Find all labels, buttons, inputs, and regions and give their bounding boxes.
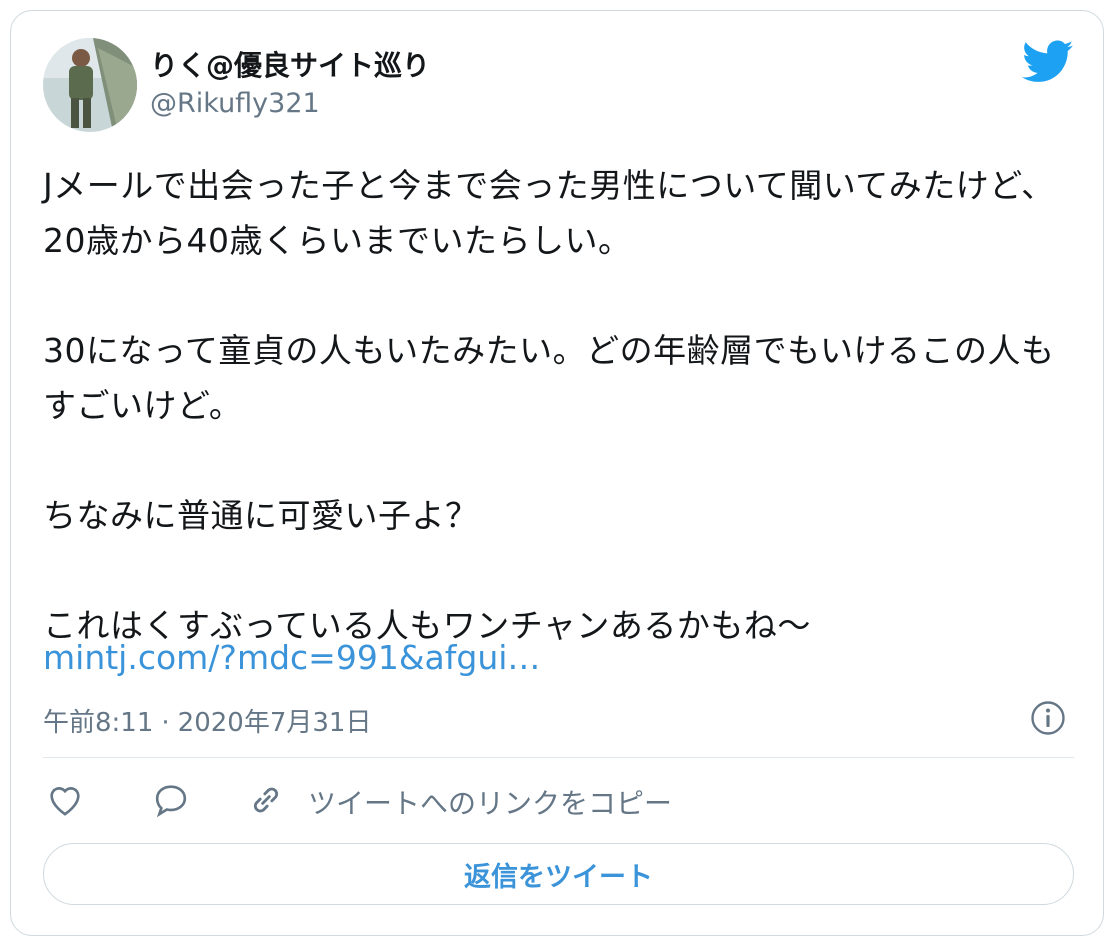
speech-bubble-icon[interactable] — [151, 780, 191, 820]
tweet-text: Jメールで出会った子と今まで会った男性について聞いてみたけど、20歳から40歳く… — [43, 166, 1055, 645]
avatar[interactable] — [43, 38, 137, 132]
info-icon[interactable] — [1030, 700, 1066, 736]
heart-icon[interactable] — [45, 780, 85, 820]
tweet-time: 午前8:11 — [43, 708, 154, 738]
link-icon[interactable] — [246, 780, 286, 820]
tweet-date: 2020年7月31日 — [177, 708, 372, 738]
user-handle[interactable]: @Rikufly321 — [150, 88, 320, 119]
copy-link-label[interactable]: ツイートへのリンクをコピー — [308, 782, 672, 822]
tweet-link[interactable]: mintj.com/?mdc=991&afgui… — [43, 638, 540, 677]
tweet-timestamp[interactable]: 午前8:11 · 2020年7月31日 — [43, 702, 371, 739]
twitter-bird-icon[interactable] — [1022, 40, 1074, 84]
reply-tweet-button[interactable]: 返信をツイート — [43, 843, 1074, 905]
meta-separator: · — [161, 708, 170, 738]
display-name[interactable]: りく@優良サイト巡り — [150, 44, 430, 84]
divider — [43, 757, 1074, 758]
